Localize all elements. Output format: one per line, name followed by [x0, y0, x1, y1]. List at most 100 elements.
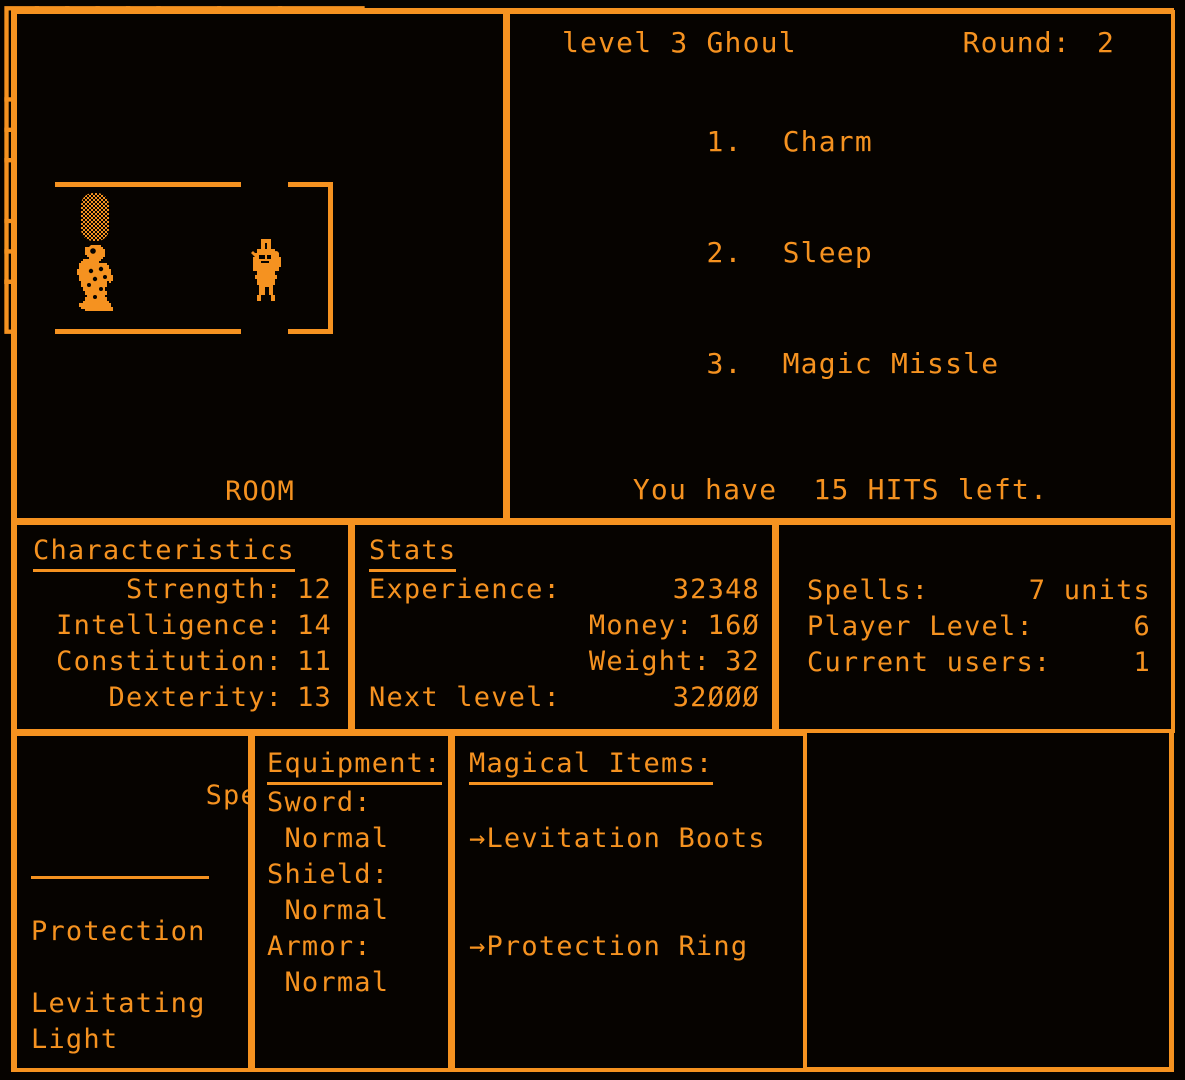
spell-option-2[interactable]: 2. Sleep: [562, 197, 999, 308]
stats-title-wrap: Stats: [369, 535, 760, 572]
magical-item-2-arrow-icon: →: [469, 931, 487, 962]
magical-items-title: Magical Items:: [469, 748, 714, 785]
characteristic-row-constitution: Constitution: 11: [33, 644, 332, 680]
characteristic-value-strength: 12: [297, 574, 332, 605]
round-indicator: Round: 2: [963, 25, 1151, 61]
magical-items-panel: Magical Items: →Levitation Boots →Protec…: [451, 732, 807, 1072]
room-wall-right: [328, 182, 333, 334]
spells-on-spacer-2: [31, 950, 238, 986]
magical-item-2: →Protection Ring: [469, 929, 793, 965]
equipment-body: Equipment: Sword: Normal Shield: Normal …: [267, 748, 442, 1001]
magical-items-body: Magical Items: →Levitation Boots →Protec…: [469, 748, 793, 965]
room-label-text: ROOM: [225, 476, 295, 507]
characteristic-value-constitution: 11: [297, 646, 332, 677]
magical-item-1-name: Levitation Boots: [486, 823, 766, 854]
party-row-spells: Spells: 7 units: [807, 573, 1151, 609]
magical-items-spacer-3: [469, 893, 793, 929]
party-value-spells: 7 units: [1028, 575, 1151, 606]
spells-on-spacer-1: [31, 878, 238, 914]
knight-sprite: [251, 239, 281, 301]
spell-on-item-1: Protection: [31, 916, 206, 947]
stats-panel: Stats Experience: 32348 Money: 16Ø Weigh…: [351, 521, 776, 733]
party-label-spells: Spells:: [807, 575, 930, 606]
spell-option-3-name: Magic Missle: [782, 347, 1000, 380]
characteristic-label-constitution: Constitution:: [56, 646, 284, 677]
ghoul-sprite: [77, 245, 113, 311]
characteristic-row-intelligence: Intelligence: 14: [33, 608, 332, 644]
game-screen: ROOM level 3 Ghoul Round: 2 1. Charm 2. Sle…: [0, 0, 1185, 1080]
equipment-panel: Equipment: Sword: Normal Shield: Normal …: [251, 732, 452, 1072]
combat-header: level 3 Ghoul Round: 2: [562, 25, 1151, 61]
spell-option-1-number: 1.: [706, 125, 743, 158]
stats-label-next-level: Next level:: [369, 682, 562, 713]
stats-value-money: 16Ø: [707, 610, 760, 641]
spell-option-1-name: Charm: [782, 125, 873, 158]
spell-option-list[interactable]: 1. Charm 2. Sleep 3. Magic Missle: [562, 86, 999, 419]
spells-on-underline: [31, 876, 209, 879]
object-sprite: [81, 193, 109, 241]
stats-row-next-level: Next level: 32ØØØ: [369, 680, 760, 716]
characteristic-row-strength: Strength: 12: [33, 572, 332, 608]
stats-label-money: Money:: [588, 610, 694, 641]
magical-items-title-wrap: Magical Items:: [469, 748, 793, 785]
stats-row-money: Money: 16Ø: [369, 608, 760, 644]
stats-body: Stats Experience: 32348 Money: 16Ø Weigh…: [369, 535, 760, 716]
party-summary-panel: Spells: 7 units Player Level: 6 Current …: [775, 521, 1175, 733]
room-wall-top-right: [288, 182, 333, 187]
stats-title: Stats: [369, 535, 457, 572]
room-wall-bottom-left: [55, 329, 241, 334]
stats-value-weight: 32: [725, 646, 760, 677]
characteristic-row-dexterity: Dexterity: 13: [33, 680, 332, 716]
characteristics-panel: Characteristics Strength: 12 Intelligenc…: [13, 521, 352, 733]
characteristics-body: Characteristics Strength: 12 Intelligenc…: [33, 535, 332, 716]
characteristic-value-dexterity: 13: [297, 682, 332, 713]
room-view-panel: ROOM: [13, 10, 507, 522]
encounter-label: level 3 Ghoul: [562, 26, 797, 59]
stats-row-weight: Weight: 32: [369, 644, 760, 680]
party-label-player-level: Player Level:: [807, 611, 1034, 642]
hit-points-status: You have 15 HITS left.: [510, 472, 1171, 508]
room-label: ROOM: [17, 474, 503, 510]
characteristic-label-strength: Strength:: [125, 574, 284, 605]
stats-value-next-level: 32ØØØ: [672, 682, 760, 713]
spells-on-title-wrap: Spells On:: [31, 748, 379, 879]
magical-items-spacer-2: [469, 857, 793, 893]
magical-item-1: →Levitation Boots: [469, 821, 793, 857]
party-row-current-users: Current users: 1: [807, 645, 1151, 681]
spells-on-panel: Spells On: Protection Levitating Light: [13, 732, 379, 1072]
spells-on-body: Spells On: Protection Levitating Light: [31, 748, 379, 1058]
party-row-player-level: Player Level: 6: [807, 609, 1151, 645]
equipment-quality-sword: Normal: [267, 823, 390, 854]
equipment-slot-armor: Armor:: [267, 931, 372, 962]
equipment-quality-shield: Normal: [267, 895, 390, 926]
spell-option-3[interactable]: 3. Magic Missle: [562, 308, 999, 419]
stats-row-experience: Experience: 32348: [369, 572, 760, 608]
stats-label-experience: Experience:: [369, 574, 562, 605]
characteristic-label-intelligence: Intelligence:: [56, 610, 284, 641]
spell-on-item-2: Levitating: [31, 988, 206, 1019]
magical-item-1-arrow-icon: →: [469, 823, 487, 854]
equipment-slot-shield: Shield:: [267, 859, 390, 890]
equipment-quality-armor: Normal: [267, 967, 390, 998]
spell-option-1[interactable]: 1. Charm: [562, 86, 999, 197]
characteristics-title-wrap: Characteristics: [33, 535, 332, 572]
stats-label-weight: Weight:: [588, 646, 712, 677]
party-value-current-users: 1: [1133, 647, 1151, 678]
party-value-player-level: 6: [1133, 611, 1151, 642]
room-wall-bottom-right: [288, 329, 333, 334]
party-summary-body: Spells: 7 units Player Level: 6 Current …: [807, 573, 1151, 681]
spell-on-item-3: Light: [31, 1024, 119, 1055]
magical-items-spacer-1: [469, 785, 793, 821]
equipment-title-wrap: Equipment:: [267, 748, 442, 785]
spell-option-2-number: 2.: [706, 236, 743, 269]
spell-option-3-number: 3.: [706, 347, 743, 380]
combat-panel: level 3 Ghoul Round: 2 1. Charm 2. Sleep 3.…: [506, 10, 1175, 522]
round-label: Round:: [962, 26, 1071, 59]
round-value: 2: [1096, 26, 1115, 59]
equipment-slot-sword: Sword:: [267, 787, 372, 818]
stats-value-experience: 32348: [672, 574, 760, 605]
room-wall-top-left: [55, 182, 241, 187]
hit-points-text: You have 15 HITS left.: [632, 473, 1049, 506]
equipment-title: Equipment:: [267, 748, 442, 785]
characteristics-title: Characteristics: [33, 535, 295, 572]
